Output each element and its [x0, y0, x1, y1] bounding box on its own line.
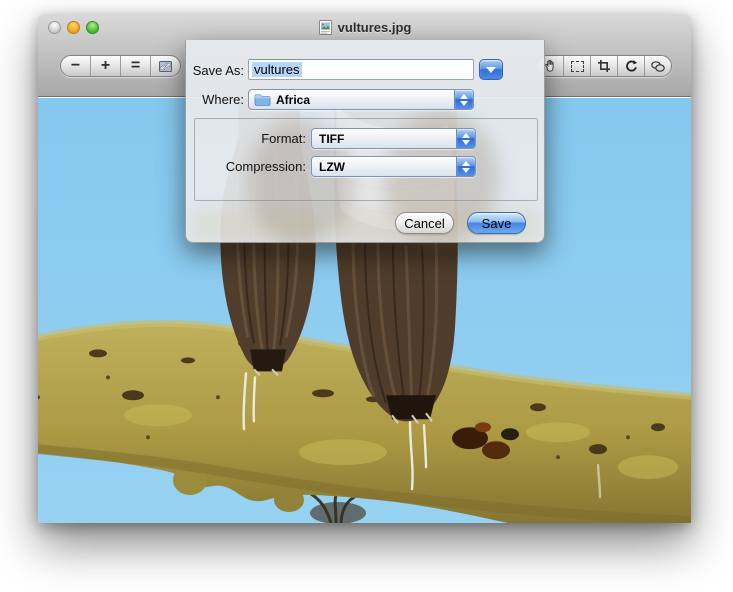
plus-icon: +: [101, 58, 110, 74]
cancel-button-label: Cancel: [404, 216, 444, 231]
folder-icon: [254, 93, 271, 106]
save-sheet: Save As: vultures Where: Africa Format: …: [185, 40, 545, 243]
chevron-down-icon: [486, 67, 496, 73]
window-title: vultures.jpg: [338, 20, 412, 35]
fit-to-window-button[interactable]: [151, 56, 180, 76]
zoom-in-button[interactable]: +: [91, 56, 121, 76]
actual-size-button[interactable]: =: [121, 56, 151, 76]
popup-arrows-icon: [456, 157, 475, 176]
titlebar[interactable]: vultures.jpg: [38, 14, 691, 40]
select-tool-button[interactable]: [564, 56, 591, 76]
equals-icon: =: [131, 58, 140, 74]
save-as-label: Save As:: [186, 63, 244, 78]
zoom-segmented-control: − + =: [60, 55, 181, 77]
crop-icon: [597, 59, 611, 73]
format-label: Format:: [186, 131, 306, 146]
compression-value: LZW: [312, 160, 456, 174]
save-button[interactable]: Save: [467, 212, 526, 234]
filename-input[interactable]: vultures: [248, 59, 474, 80]
where-label: Where:: [186, 92, 244, 107]
tools-segmented-control: [536, 55, 672, 77]
compression-popup[interactable]: LZW: [311, 156, 476, 177]
filename-selected-text: vultures: [252, 62, 302, 77]
popup-arrows-icon: [454, 90, 473, 109]
compression-label: Compression:: [186, 159, 306, 174]
cancel-button[interactable]: Cancel: [395, 212, 454, 234]
where-popup[interactable]: Africa: [248, 89, 474, 110]
shape-select-tool-button[interactable]: [645, 56, 671, 76]
popup-arrows-icon: [456, 129, 475, 148]
save-button-label: Save: [482, 216, 512, 231]
rotate-tool-button[interactable]: [618, 56, 645, 76]
overlapping-ovals-icon: [650, 60, 666, 73]
selection-icon: [571, 61, 584, 72]
where-value: Africa: [271, 93, 454, 107]
expand-collapse-button[interactable]: [479, 59, 503, 80]
rotate-icon: [624, 59, 638, 73]
format-value: TIFF: [312, 132, 456, 146]
fit-image-icon: [158, 60, 173, 73]
document-proxy-icon: [318, 20, 333, 35]
crop-tool-button[interactable]: [591, 56, 618, 76]
minus-icon: −: [71, 58, 80, 74]
image-viewer-window: vultures.jpg − + =: [38, 14, 691, 523]
hand-icon: [543, 59, 557, 73]
format-popup[interactable]: TIFF: [311, 128, 476, 149]
zoom-out-button[interactable]: −: [61, 56, 91, 76]
